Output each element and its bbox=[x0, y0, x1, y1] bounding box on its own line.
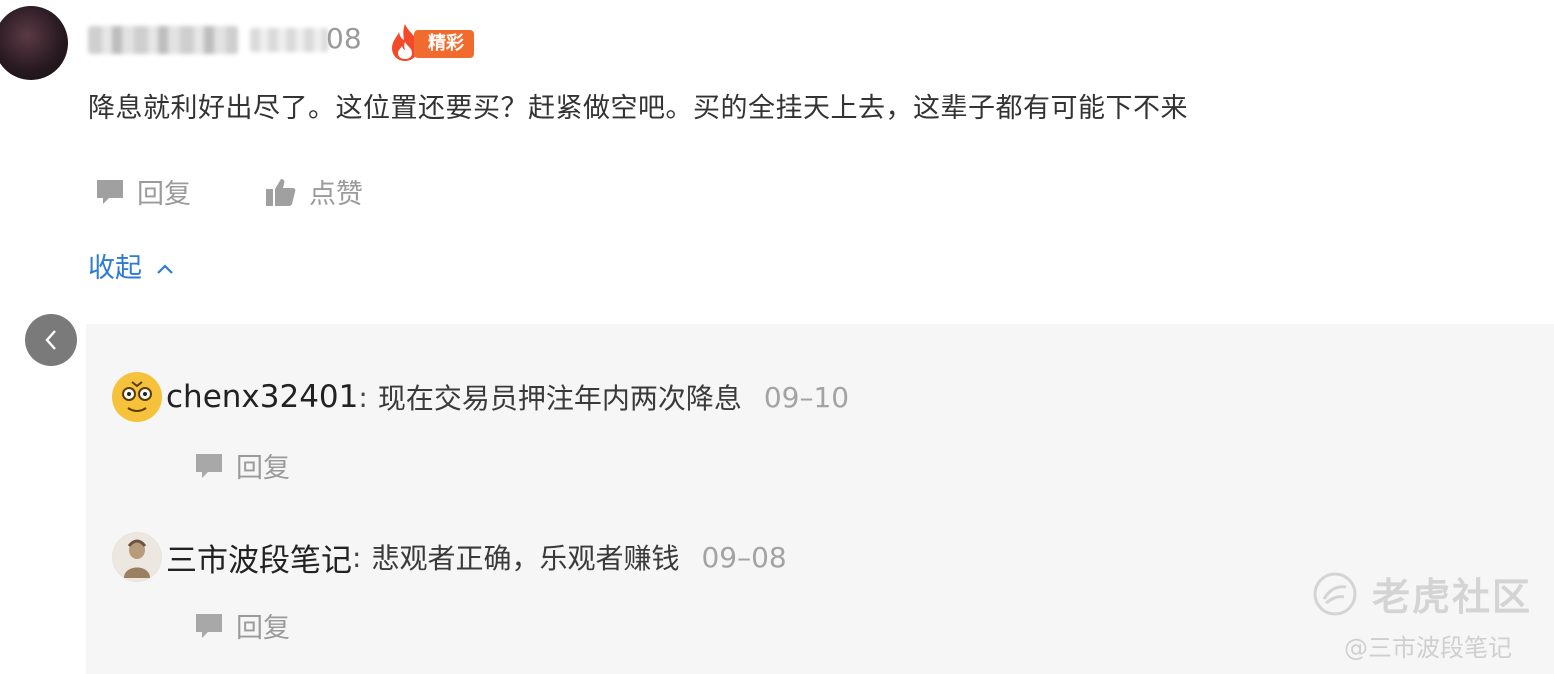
chevron-left-icon bbox=[45, 330, 56, 350]
watermark: 老虎社区 bbox=[1312, 566, 1532, 621]
thumbs-up-icon bbox=[266, 178, 296, 206]
comment-bubble-icon bbox=[196, 453, 222, 478]
reply-text: 悲观者正确，乐观者赚钱 bbox=[371, 542, 680, 575]
reply-button-label: 回复 bbox=[137, 179, 191, 210]
reply-colon: : bbox=[358, 380, 368, 414]
watermark-brand: 老虎社区 bbox=[1372, 575, 1533, 619]
like-button-label: 点赞 bbox=[309, 179, 363, 210]
reply-button[interactable]: 回复 bbox=[95, 172, 191, 211]
blurred-username bbox=[88, 26, 238, 54]
featured-badge-label: 精彩 bbox=[414, 30, 474, 58]
watermark-handle: @三市波段笔记 bbox=[1344, 634, 1512, 662]
reply-date: 09–08 bbox=[701, 540, 787, 574]
comment-bubble-icon bbox=[196, 613, 222, 638]
collapse-replies-button[interactable]: 收起 bbox=[88, 246, 174, 285]
collapse-label: 收起 bbox=[88, 253, 142, 284]
like-button[interactable]: 点赞 bbox=[265, 172, 363, 211]
tiger-avatar-icon bbox=[113, 373, 161, 421]
reply-date: 09–10 bbox=[763, 380, 850, 414]
reply-avatar[interactable] bbox=[112, 372, 162, 422]
comment-date: 08 bbox=[326, 22, 362, 55]
reply-colon: : bbox=[352, 540, 362, 574]
reply-button-label: 回复 bbox=[236, 613, 290, 644]
blurred-date bbox=[250, 28, 328, 52]
tiger-logo-icon bbox=[1313, 572, 1357, 615]
comment-text: 降息就利好出尽了。这位置还要买？赶紧做空吧。买的全挂天上去，这辈子都有可能下不来 bbox=[88, 93, 1188, 124]
comment-bubble-icon bbox=[97, 179, 123, 204]
reply-text: 现在交易员押注年内两次降息 bbox=[377, 382, 742, 415]
back-button[interactable] bbox=[25, 314, 77, 366]
reply-button[interactable]: 回复 bbox=[194, 606, 290, 645]
commenter-avatar[interactable] bbox=[0, 6, 68, 80]
statue-avatar-icon bbox=[113, 533, 161, 581]
featured-badge: 精彩 bbox=[388, 22, 486, 62]
reply-button[interactable]: 回复 bbox=[194, 446, 290, 485]
reply-username[interactable]: chenx32401 bbox=[166, 379, 358, 415]
reply-button-label: 回复 bbox=[236, 453, 290, 484]
chevron-up-icon bbox=[156, 256, 174, 280]
reply-item: 三市波段笔记 : 悲观者正确，乐观者赚钱 09–08 bbox=[112, 532, 787, 582]
reply-username[interactable]: 三市波段笔记 bbox=[166, 535, 352, 580]
reply-item: chenx32401 : 现在交易员押注年内两次降息 09–10 bbox=[112, 372, 849, 422]
reply-avatar[interactable] bbox=[112, 532, 162, 582]
